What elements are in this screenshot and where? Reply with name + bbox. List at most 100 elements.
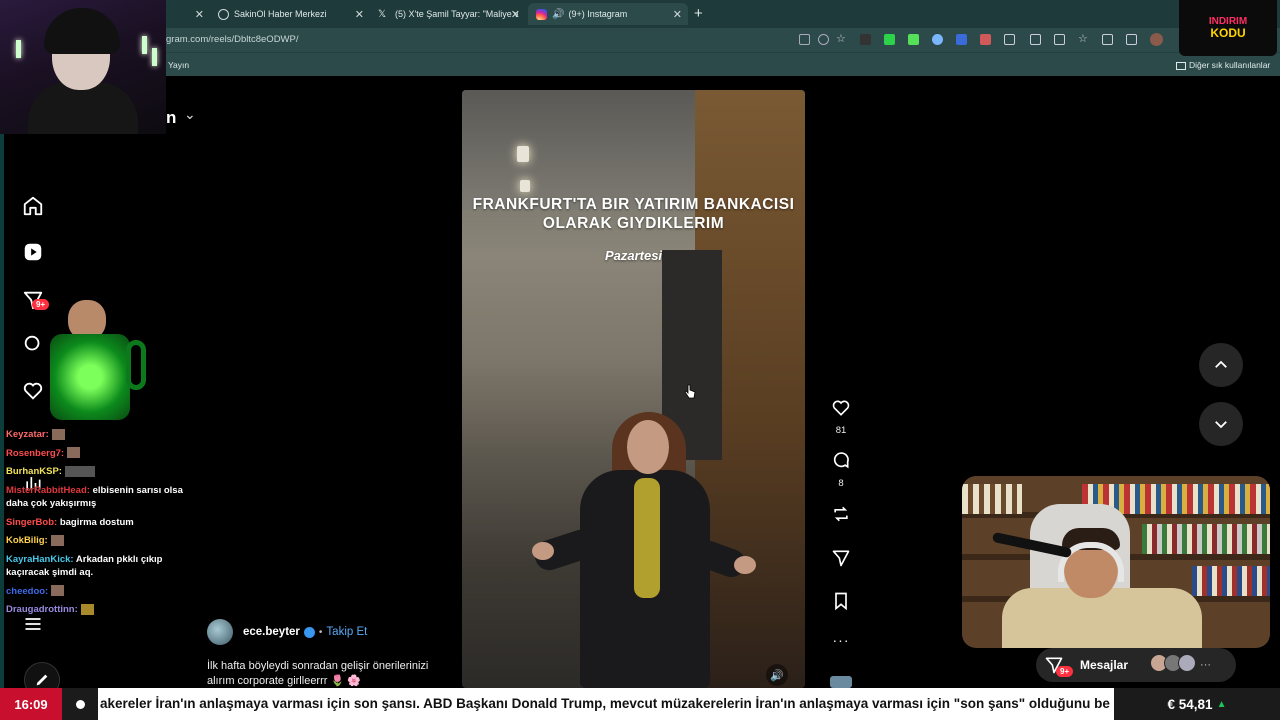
bookmark-icon xyxy=(835,592,847,611)
puzzle-icon[interactable] xyxy=(1004,34,1015,45)
books xyxy=(962,484,1022,514)
repost-button[interactable] xyxy=(828,504,854,529)
live-dot-icon xyxy=(62,688,98,720)
previous-reel-button[interactable] xyxy=(1199,343,1243,387)
more-options-icon[interactable]: ··· xyxy=(1200,659,1211,671)
extension-icon[interactable] xyxy=(908,34,919,45)
separator-dot: • xyxy=(318,626,323,638)
messages-button[interactable]: 9+ Mesajlar ··· xyxy=(1036,648,1236,682)
sticker-handle xyxy=(126,340,146,390)
close-icon[interactable]: ✕ xyxy=(195,8,204,21)
comment-count: 8 xyxy=(838,478,844,489)
chat-message: MisterRabbitHead: elbisenin sarısı olsa … xyxy=(6,484,186,511)
screenshot-icon[interactable] xyxy=(799,34,810,45)
candle xyxy=(142,36,147,54)
heart-icon xyxy=(832,400,850,416)
new-tab-button[interactable]: + xyxy=(694,5,703,22)
downloads-icon[interactable] xyxy=(1126,34,1137,45)
speaker-icon: 🔊 xyxy=(552,8,565,20)
chevron-up-icon xyxy=(1215,360,1227,368)
close-icon[interactable]: ✕ xyxy=(673,8,682,21)
sidebar-edge xyxy=(0,76,4,688)
save-button[interactable] xyxy=(828,591,854,616)
comment-button[interactable]: 8 xyxy=(828,451,854,489)
emote-icon xyxy=(51,585,65,597)
extension-icon[interactable] xyxy=(884,34,895,45)
currency-rate: € 54,81 ▲ xyxy=(1114,688,1280,720)
owner-username[interactable]: ece.beyter xyxy=(243,626,300,638)
address-bar: gram.com/reels/Dbltc8eODWP/ ☆ ☆ xyxy=(0,28,1280,52)
home-icon[interactable] xyxy=(20,193,46,219)
tab-instagram[interactable]: 🔊 (9+) Instagram ✕ xyxy=(528,3,688,25)
chat-message: BurhanKSP: xyxy=(6,465,186,479)
favorites-icon[interactable]: ☆ xyxy=(1078,34,1089,45)
bookmark-folder-label: Diğer sık kullanılanlar xyxy=(1189,60,1271,70)
avatar[interactable] xyxy=(207,619,233,645)
comment-icon xyxy=(833,452,849,469)
close-icon[interactable]: ✕ xyxy=(511,8,520,21)
bookmark-yayin[interactable]: Yayın xyxy=(168,60,189,70)
reel-video[interactable]: FRANKFURT'TA BIR YATIRIM BANKACISI OLARA… xyxy=(462,90,805,688)
books xyxy=(1142,524,1270,554)
chat-user: KayraHanKick: xyxy=(6,553,74,565)
extension-icon[interactable] xyxy=(980,34,991,45)
reel-title-overlay: FRANKFURT'TA BIR YATIRIM BANKACISI OLARA… xyxy=(462,195,805,233)
verified-badge-icon xyxy=(303,626,315,638)
instagram-logo[interactable]: n xyxy=(166,108,176,128)
ticker-clock: 16:09 xyxy=(0,688,62,720)
tab-label: (9+) Instagram xyxy=(568,9,628,19)
audio-thumbnail[interactable] xyxy=(830,676,852,688)
volume-icon[interactable]: 🔊 xyxy=(766,664,788,686)
person-hand xyxy=(734,556,756,574)
reel-title-line: FRANKFURT'TA BIR YATIRIM BANKACISI xyxy=(472,196,795,213)
chevron-down-icon[interactable]: ⌄ xyxy=(184,106,196,123)
extension-icon[interactable] xyxy=(1054,34,1065,45)
split-view-icon[interactable] xyxy=(1030,34,1041,45)
share-button[interactable] xyxy=(828,548,854,573)
folder-icon xyxy=(1176,61,1186,70)
extension-icon[interactable] xyxy=(860,34,871,45)
hand-cursor-icon xyxy=(684,384,696,399)
chat-message: SingerBob: bagirma dostum xyxy=(6,516,186,530)
tab-sakinol[interactable]: SakinOl Haber Merkezi ✕ xyxy=(210,3,370,25)
next-reel-button[interactable] xyxy=(1199,402,1243,446)
person-hand xyxy=(532,542,554,560)
emote-icon xyxy=(64,465,95,477)
chat-message: Draugadrottinn: xyxy=(6,603,186,617)
bookmarks-bar: Yayın Diğer sık kullanılanlar xyxy=(0,52,1280,76)
guest-webcam xyxy=(962,476,1270,648)
collections-icon[interactable] xyxy=(1102,34,1113,45)
messages-badge: 9+ xyxy=(1056,666,1074,677)
extension-icon[interactable] xyxy=(932,34,943,45)
reels-icon[interactable] xyxy=(20,239,46,265)
reel-owner: ece.beyter • Takip Et xyxy=(207,619,367,645)
person-scarf xyxy=(634,478,660,598)
instagram-icon xyxy=(536,8,547,20)
chat-message: cheedoo: xyxy=(6,585,186,599)
more-options-icon[interactable]: ··· xyxy=(828,632,854,648)
chevron-down-icon xyxy=(1215,421,1227,429)
url-field[interactable]: gram.com/reels/Dbltc8eODWP/ xyxy=(166,34,299,45)
emote-icon xyxy=(80,603,94,615)
repost-icon xyxy=(834,506,848,522)
video-lamp xyxy=(520,180,530,192)
star-icon[interactable]: ☆ xyxy=(836,34,847,45)
extension-icon[interactable] xyxy=(956,34,967,45)
zoom-icon[interactable] xyxy=(818,34,829,45)
tab-x[interactable]: 𝕏 (5) X'te Şamil Tayyar: "Maliye ve H ✕ xyxy=(370,3,526,25)
close-icon[interactable]: ✕ xyxy=(355,8,364,21)
chat-user: Rosenberg7: xyxy=(6,447,65,459)
up-arrow-icon: ▲ xyxy=(1216,698,1227,710)
bookmark-folder-other[interactable]: Diğer sık kullanılanlar xyxy=(1176,60,1270,70)
profile-avatar[interactable] xyxy=(1150,33,1163,46)
stream-chat: Keyzatar: Rosenberg7: BurhanKSP: MisterR… xyxy=(6,428,186,622)
tab-bar: ✕ SakinOl Haber Merkezi ✕ 𝕏 (5) X'te Şam… xyxy=(0,0,1280,28)
follow-button[interactable]: Takip Et xyxy=(326,626,367,638)
candle xyxy=(152,48,157,66)
chat-user: BurhanKSP: xyxy=(6,466,62,477)
like-button[interactable]: 81 xyxy=(828,398,854,436)
tab-label: SakinOl Haber Merkezi xyxy=(234,9,327,19)
chat-user: cheedoo: xyxy=(6,585,49,597)
chat-user: Keyzatar: xyxy=(6,429,49,440)
emote-icon xyxy=(67,447,81,459)
